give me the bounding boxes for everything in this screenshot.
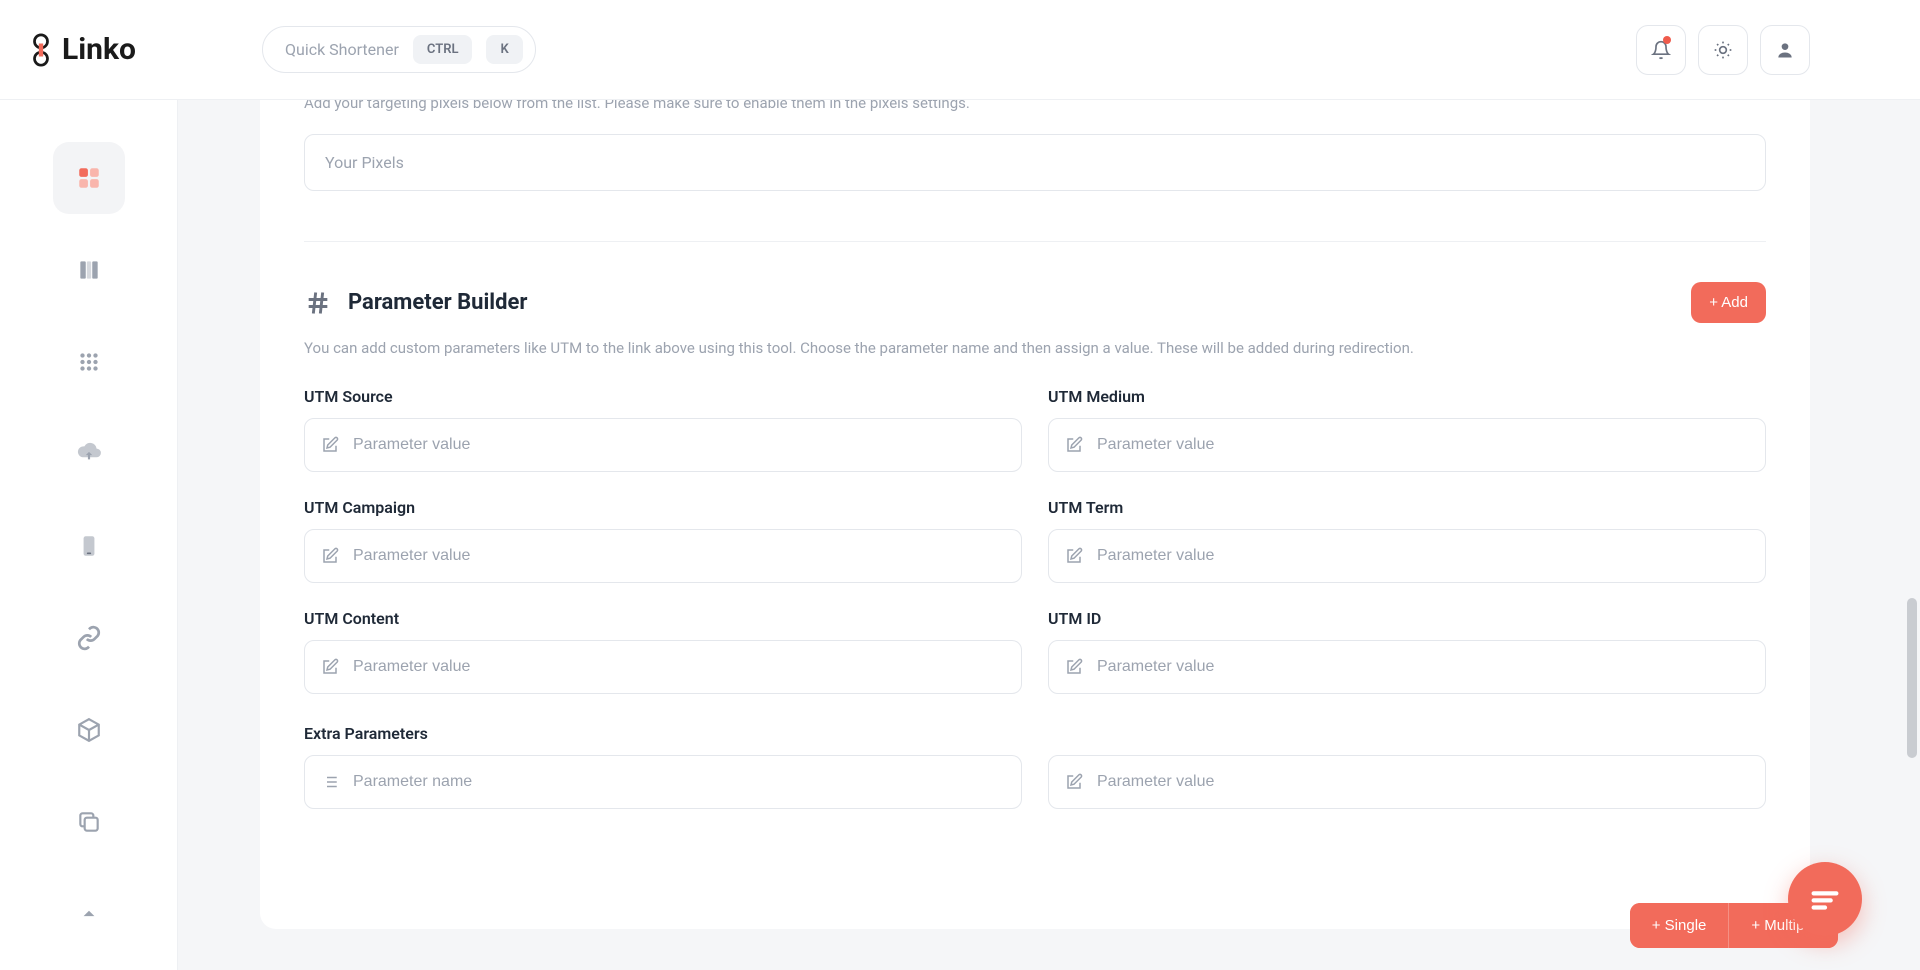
sidebar-item-links[interactable] <box>53 602 125 674</box>
utm-id-input-wrap[interactable] <box>1048 640 1766 694</box>
utm-id-label: UTM ID <box>1048 609 1766 628</box>
logo[interactable]: Linko <box>28 32 176 68</box>
quick-shortener-search[interactable]: Quick Shortener CTRL K <box>262 26 536 73</box>
add-parameter-button[interactable]: + Add <box>1691 282 1766 323</box>
chevron-up-icon <box>76 901 102 927</box>
create-single-button[interactable]: + Single <box>1630 903 1729 948</box>
list-icon <box>321 773 339 791</box>
pixels-select[interactable]: Your Pixels <box>304 134 1766 191</box>
sidebar-item-dashboard[interactable] <box>53 142 125 214</box>
link-settings-card: Add your targeting pixels below from the… <box>260 100 1810 929</box>
sidebar-item-device[interactable] <box>53 510 125 582</box>
section-divider <box>304 241 1766 242</box>
help-fab[interactable] <box>1788 862 1862 936</box>
utm-field-grid: UTM Source UTM Medium UTM Campaign <box>304 387 1766 694</box>
logo-mark-icon <box>28 32 54 68</box>
sidebar-item-columns[interactable] <box>53 234 125 306</box>
extra-parameters-label: Extra Parameters <box>304 724 1766 743</box>
theme-toggle-button[interactable] <box>1698 25 1748 75</box>
utm-content-label: UTM Content <box>304 609 1022 628</box>
utm-content-input[interactable] <box>353 658 1005 676</box>
sidebar-item-copy[interactable] <box>53 786 125 858</box>
dots-grid-icon <box>76 349 102 375</box>
phone-icon <box>76 533 102 559</box>
parameter-builder-header: Parameter Builder + Add <box>304 282 1766 323</box>
extra-param-name-input[interactable] <box>353 773 1005 791</box>
field-utm-term: UTM Term <box>1048 498 1766 583</box>
utm-campaign-input-wrap[interactable] <box>304 529 1022 583</box>
edit-icon <box>1065 547 1083 565</box>
edit-icon <box>321 436 339 454</box>
extra-param-value-field <box>1048 755 1766 809</box>
link-icon <box>76 625 102 651</box>
extra-param-value-input[interactable] <box>1097 773 1749 791</box>
utm-term-input[interactable] <box>1097 547 1749 565</box>
kbd-k: K <box>486 35 522 64</box>
topbar: Linko Quick Shortener CTRL K <box>0 0 1920 100</box>
sidebar-item-more[interactable] <box>53 878 125 950</box>
kbd-ctrl: CTRL <box>413 35 473 64</box>
search-placeholder: Quick Shortener <box>285 40 399 59</box>
edit-icon <box>321 658 339 676</box>
field-utm-id: UTM ID <box>1048 609 1766 694</box>
edit-icon <box>321 547 339 565</box>
utm-medium-label: UTM Medium <box>1048 387 1766 406</box>
utm-source-input[interactable] <box>353 436 1005 454</box>
extra-parameters-row <box>304 755 1766 809</box>
cube-icon <box>76 717 102 743</box>
extra-param-name-wrap[interactable] <box>304 755 1022 809</box>
user-icon <box>1775 40 1795 60</box>
utm-content-input-wrap[interactable] <box>304 640 1022 694</box>
logo-text: Linko <box>62 32 136 67</box>
pixels-description: Add your targeting pixels below from the… <box>304 100 1766 112</box>
utm-medium-input[interactable] <box>1097 436 1749 454</box>
utm-medium-input-wrap[interactable] <box>1048 418 1766 472</box>
cloud-upload-icon <box>76 441 102 467</box>
sidebar-item-apps[interactable] <box>53 326 125 398</box>
field-utm-campaign: UTM Campaign <box>304 498 1022 583</box>
topbar-actions <box>1636 25 1810 75</box>
field-utm-content: UTM Content <box>304 609 1022 694</box>
extra-param-value-wrap[interactable] <box>1048 755 1766 809</box>
sidebar-item-upload[interactable] <box>53 418 125 490</box>
utm-campaign-label: UTM Campaign <box>304 498 1022 517</box>
sidebar <box>0 100 178 970</box>
field-utm-medium: UTM Medium <box>1048 387 1766 472</box>
sun-icon <box>1713 40 1733 60</box>
utm-source-input-wrap[interactable] <box>304 418 1022 472</box>
edit-icon <box>1065 773 1083 791</box>
notifications-button[interactable] <box>1636 25 1686 75</box>
edit-icon <box>1065 658 1083 676</box>
main-content: Add your targeting pixels below from the… <box>178 100 1920 970</box>
scrollbar-thumb[interactable] <box>1907 598 1917 758</box>
notification-dot-icon <box>1663 36 1671 44</box>
parameter-builder-title: Parameter Builder <box>348 290 527 315</box>
extra-param-name-field <box>304 755 1022 809</box>
pixels-placeholder: Your Pixels <box>325 153 404 172</box>
copy-icon <box>76 809 102 835</box>
parameter-builder-description: You can add custom parameters like UTM t… <box>304 339 1766 357</box>
utm-campaign-input[interactable] <box>353 547 1005 565</box>
utm-term-label: UTM Term <box>1048 498 1766 517</box>
edit-icon <box>1065 436 1083 454</box>
columns-icon <box>76 257 102 283</box>
utm-source-label: UTM Source <box>304 387 1022 406</box>
utm-id-input[interactable] <box>1097 658 1749 676</box>
field-utm-source: UTM Source <box>304 387 1022 472</box>
menu-lines-icon <box>1808 882 1842 916</box>
hash-icon <box>304 289 332 317</box>
utm-term-input-wrap[interactable] <box>1048 529 1766 583</box>
profile-button[interactable] <box>1760 25 1810 75</box>
grid-icon <box>76 165 102 191</box>
sidebar-item-box[interactable] <box>53 694 125 766</box>
